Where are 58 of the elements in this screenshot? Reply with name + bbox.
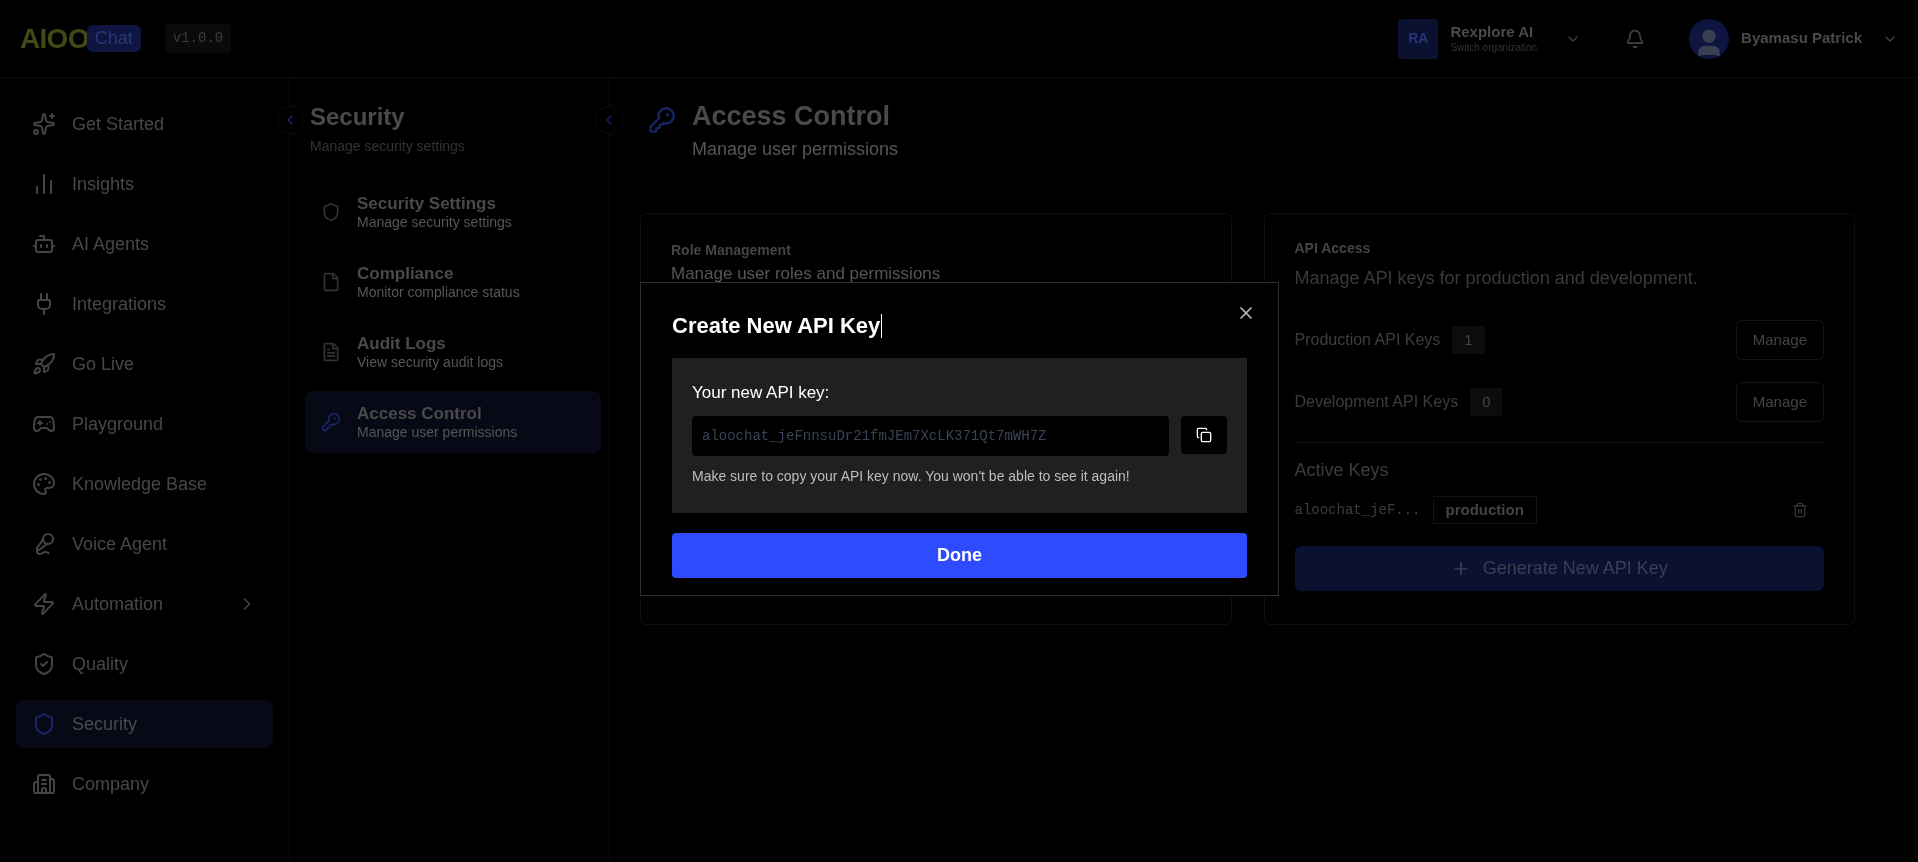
section-nav-item[interactable]: Security Settings Manage security settings [305, 181, 601, 243]
bell-icon [1625, 28, 1646, 49]
sidebar-item[interactable]: Integrations [16, 280, 273, 328]
robot-icon [32, 232, 56, 256]
sidebar-item[interactable]: Quality [16, 640, 273, 688]
sidebar-item[interactable]: AI Agents [16, 220, 273, 268]
key-group-label: Production API Keys [1294, 329, 1441, 350]
warning-text: Make sure to copy your API key now. You won't be able to see it again! [692, 466, 1131, 486]
sidebar-item[interactable]: Voice Agent [16, 520, 273, 568]
collapse-button[interactable] [276, 106, 304, 134]
manage-button[interactable]: Manage [1735, 319, 1824, 360]
user-menu[interactable]: Byamasu Patrick [1689, 18, 1898, 59]
card-title: API Access [1294, 238, 1372, 258]
text-cursor [881, 313, 883, 338]
key-count: 1 [1452, 325, 1485, 354]
key-label: Your new API key: [692, 382, 831, 404]
done-button[interactable]: Done [672, 532, 1247, 578]
sparkle-icon [32, 112, 56, 136]
sidebar-item[interactable]: Company [16, 760, 273, 808]
api-key-field[interactable]: aloochat_jeFnnsuDr21fmJEm7XcLK371Qt7mWH7Z [692, 415, 1169, 456]
card-description: Manage user roles and permissions [671, 262, 942, 284]
sidebar-item[interactable]: Security [16, 700, 273, 748]
key-group-label: Development API Keys [1294, 391, 1459, 412]
document-icon [321, 342, 341, 362]
card-title: Role Management [671, 240, 792, 260]
lightning-icon [32, 592, 56, 616]
environment-tag: production [1432, 495, 1537, 525]
section-nav-item[interactable]: Access Control Manage user permissions [305, 391, 601, 453]
page-subtitle: Manage user permissions [692, 137, 899, 161]
sidebar-item[interactable]: Go Live [16, 340, 273, 388]
shield-icon [32, 712, 56, 736]
sidebar-item[interactable]: Knowledge Base [16, 460, 273, 508]
api-key-text: aloochat_jeF... [1294, 500, 1421, 520]
sidebar-item[interactable]: Insights [16, 160, 273, 208]
trash-icon [1792, 502, 1808, 518]
key-icon [648, 106, 676, 134]
card-description: Manage API keys for production and development. [1294, 266, 1699, 290]
section-nav-item[interactable]: Audit Logs View security audit logs [305, 321, 601, 383]
file-icon [321, 272, 341, 292]
building-icon [32, 772, 56, 796]
key-count: 0 [1470, 387, 1503, 416]
page-title: Access Control [692, 100, 892, 133]
shield-icon [321, 202, 341, 222]
shield-check-icon [32, 652, 56, 676]
section-title: Security [310, 102, 406, 132]
copy-icon [1196, 426, 1212, 443]
dialog-title: Create New API Key [672, 312, 881, 340]
collapse-button[interactable] [595, 106, 623, 134]
palette-icon [32, 472, 56, 496]
section-nav-item[interactable]: Compliance Monitor compliance status [305, 251, 601, 313]
rocket-icon [32, 352, 56, 376]
sidebar-item[interactable]: Get Started [16, 100, 273, 148]
copy-button[interactable] [1181, 415, 1227, 454]
active-keys-title: Active Keys [1294, 458, 1390, 482]
key-icon [321, 412, 341, 432]
sidebar-item[interactable]: Automation [16, 580, 273, 628]
sidebar-item[interactable]: Playground [16, 400, 273, 448]
manage-button[interactable]: Manage [1735, 381, 1824, 422]
